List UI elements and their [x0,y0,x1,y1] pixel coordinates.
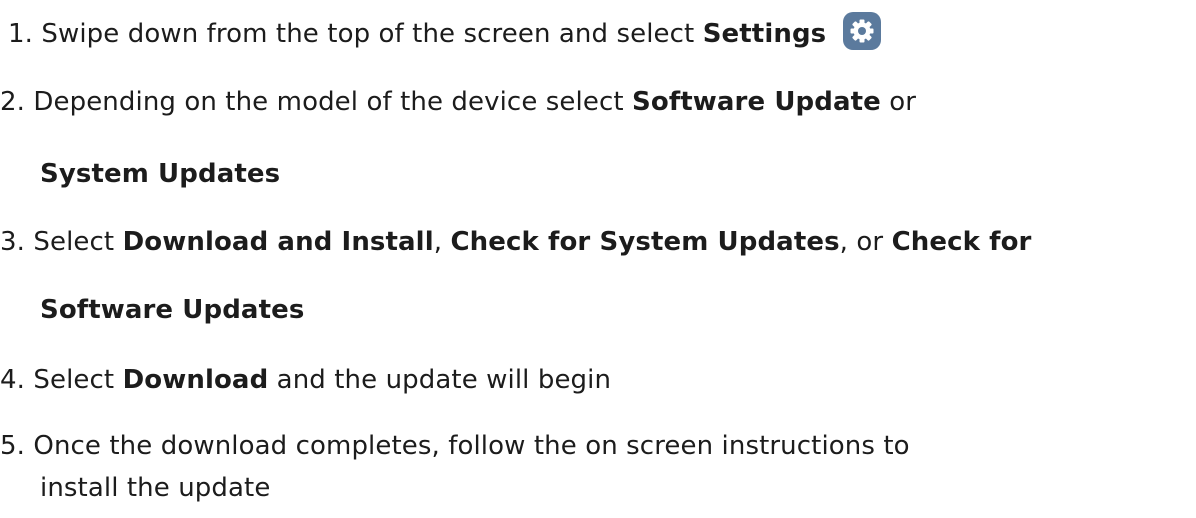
update-instructions: 1. Swipe down from the top of the screen… [0,0,1196,518]
download-label: Download [122,365,269,395]
step-text: Depending on the model of the device sel… [33,87,624,117]
step-3: 3. Select Download and Install, Check fo… [0,222,1031,262]
separator: , or [839,227,884,257]
step-5-continued: install the update [40,468,270,508]
gear-icon [842,11,881,50]
step-text: Select [33,365,115,395]
step-text: Select [33,227,115,257]
step-4: 4. Select Download and the update will b… [0,360,611,400]
step-number: 3. [0,227,26,257]
step-2: 2. Depending on the model of the device … [0,82,916,122]
step-number: 2. [0,87,26,117]
settings-label: Settings [702,19,827,49]
step-number: 1. [8,19,34,49]
separator: , [433,227,443,257]
software-update-label: Software Update [632,87,881,117]
step-5: 5. Once the download completes, follow t… [0,426,910,466]
step-text: Swipe down from the top of the screen an… [41,19,695,49]
step-text-or: or [889,87,917,117]
step-number: 5. [0,431,26,461]
download-and-install-label: Download and Install [122,227,434,257]
step-1: 1. Swipe down from the top of the screen… [8,11,881,54]
check-system-updates-label: Check for System Updates [450,227,840,257]
step-text: and the update will begin [276,365,612,395]
step-text: Once the download completes, follow the … [33,431,910,461]
step-2-continued: System Updates [40,154,280,194]
step-text: install the update [40,473,271,503]
step-3-continued: Software Updates [40,290,304,330]
system-updates-label: System Updates [40,159,281,189]
check-software-updates-label-cont: Software Updates [40,295,305,325]
check-software-updates-label: Check for [891,227,1032,257]
step-number: 4. [0,365,26,395]
